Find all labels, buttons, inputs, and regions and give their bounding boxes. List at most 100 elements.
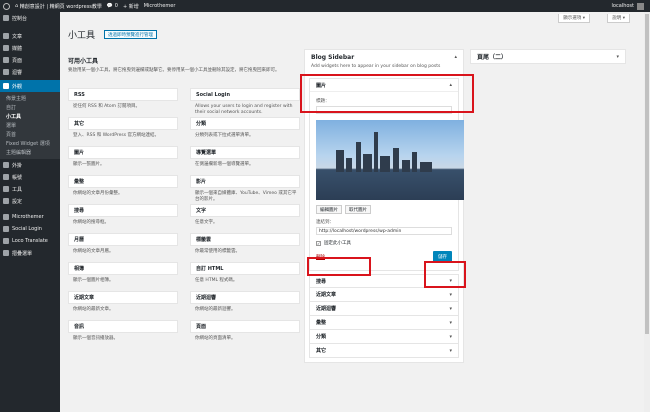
available-widget[interactable]: 相簿 顯示一個圖片相簿。 bbox=[68, 262, 178, 291]
sidebar-widget[interactable]: 近期文章 ▾ bbox=[309, 288, 459, 302]
microthemer-link[interactable]: Microthemer bbox=[144, 3, 176, 9]
menu-item[interactable]: 迴響 bbox=[0, 66, 60, 78]
widget-name[interactable]: 近期文章 bbox=[68, 291, 178, 304]
widget-name[interactable]: RSS bbox=[68, 88, 178, 101]
expand-arrow-icon[interactable]: ▾ bbox=[449, 320, 452, 326]
menu-item[interactable]: 工具 bbox=[0, 183, 60, 195]
comments-link[interactable]: 💬 0 bbox=[107, 3, 118, 9]
menu-item[interactable]: 媒體 bbox=[0, 42, 60, 54]
scrollbar[interactable] bbox=[644, 12, 650, 412]
checkbox-checked-icon[interactable]: ✓ bbox=[316, 240, 321, 246]
widget-description: 你網站的搜尋框。 bbox=[73, 220, 109, 225]
available-widget[interactable]: RSS 從任何 RSS 和 Atom 訂閱項目。 bbox=[68, 88, 178, 117]
widget-image-preview bbox=[316, 120, 464, 200]
menu-item[interactable]: 外掛 bbox=[0, 159, 60, 171]
submenu-item[interactable]: 小工具 bbox=[0, 112, 60, 121]
widget-name[interactable]: 相簿 bbox=[68, 262, 178, 275]
link-label: 連結到： bbox=[316, 220, 334, 225]
widget-name[interactable]: 文字 bbox=[190, 204, 300, 217]
menu-item[interactable]: 文章 bbox=[0, 30, 60, 42]
widget-description: 你網站的最新迴響。 bbox=[195, 307, 236, 312]
sidebar-widget[interactable]: 彙整 ▾ bbox=[309, 316, 459, 330]
menu-item[interactable]: 帳號 bbox=[0, 171, 60, 183]
available-widget[interactable]: 彙整 你網站的文章月份彙整。 bbox=[68, 175, 178, 204]
widget-name[interactable]: 頁面 bbox=[190, 320, 300, 333]
user-menu[interactable]: localhost bbox=[612, 0, 644, 12]
footer-sidebar-2[interactable]: 頁尾（二） ▾ bbox=[470, 49, 626, 64]
link-input[interactable]: http://localhost/wordpress/wp-admin bbox=[316, 227, 452, 235]
replace-image-button[interactable]: 取代圖片 bbox=[345, 205, 371, 214]
widget-name[interactable]: Social Login bbox=[190, 88, 300, 101]
widget-description: 從任何 RSS 和 Atom 訂閱項目。 bbox=[73, 104, 140, 109]
expand-arrow-icon[interactable]: ▾ bbox=[449, 306, 452, 312]
menu-item[interactable]: Loco Translate bbox=[0, 235, 60, 247]
widget-name[interactable]: 影片 bbox=[190, 175, 300, 188]
site-name-link[interactable]: ⌂ 精創意設計 | 精網頁 wordpress教學 bbox=[15, 3, 102, 10]
blog-sidebar-header[interactable]: Blog Sidebar ▴ bbox=[305, 50, 463, 64]
submenu-item[interactable]: 主題編輯器 bbox=[0, 148, 60, 157]
menu-item[interactable]: 控制台 bbox=[0, 12, 60, 24]
widget-name[interactable]: 分類 bbox=[190, 117, 300, 130]
widget-name[interactable]: 彙整 bbox=[68, 175, 178, 188]
widget-name[interactable]: 音訊 bbox=[68, 320, 178, 333]
menu-icon bbox=[3, 198, 9, 204]
widget-name[interactable]: 導覽選單 bbox=[190, 146, 300, 159]
sidebar-widget[interactable]: 分類 ▾ bbox=[309, 330, 459, 344]
highlight-image-widget bbox=[300, 74, 474, 113]
widget-name[interactable]: 標籤雲 bbox=[190, 233, 300, 246]
submenu-item[interactable]: Fixed Widget 選項 bbox=[0, 139, 60, 148]
scrollbar-thumb[interactable] bbox=[645, 14, 649, 334]
site-name: 精創意設計 | 精網頁 wordpress教學 bbox=[19, 3, 102, 10]
available-widgets-heading: 可用小工具 bbox=[68, 58, 99, 65]
help-button[interactable]: 說明 ▾ bbox=[607, 14, 630, 23]
submenu-item[interactable]: 頁首 bbox=[0, 130, 60, 139]
available-widget[interactable]: Social Login Allows your users to login a… bbox=[190, 88, 300, 117]
expand-arrow-icon[interactable]: ▾ bbox=[616, 54, 619, 60]
available-widget[interactable]: 導覽選單 在側邊欄新增一個導覽選單。 bbox=[190, 146, 300, 175]
available-widget[interactable]: 其它登入、RSS 和 WordPress 官方網站連結。 bbox=[68, 117, 178, 146]
widget-name[interactable]: 月曆 bbox=[68, 233, 178, 246]
widget-name[interactable]: 自訂 HTML bbox=[190, 262, 300, 275]
widget-description: 登入、RSS 和 WordPress 官方網站連結。 bbox=[73, 133, 160, 138]
menu-item[interactable]: 摺疊選單 bbox=[0, 247, 60, 259]
expand-arrow-icon[interactable]: ▾ bbox=[449, 334, 452, 340]
available-widget[interactable]: 近期迴響你網站的最新迴響。 bbox=[190, 291, 300, 320]
widget-name[interactable]: 近期迴響 bbox=[190, 291, 300, 304]
widget-name[interactable]: 搜尋 bbox=[68, 204, 178, 217]
menu-item[interactable]: Microthemer bbox=[0, 211, 60, 223]
available-widget[interactable]: 文字 任意文字。 bbox=[190, 204, 300, 233]
available-widget[interactable]: 搜尋你網站的搜尋框。 bbox=[68, 204, 178, 233]
menu-item[interactable]: 外觀 bbox=[0, 80, 60, 92]
available-widget[interactable]: 影片 顯示一個來自媒體庫、YouTube、Vimeo 或其它平台的影片。 bbox=[190, 175, 300, 204]
sidebar-widget[interactable]: 近期迴響 ▾ bbox=[309, 302, 459, 316]
submenu-item[interactable]: 自訂 bbox=[0, 103, 60, 112]
submenu-item[interactable]: 選單 bbox=[0, 121, 60, 130]
available-widget[interactable]: 標籤雲 你最常使用的標籤雲。 bbox=[190, 233, 300, 262]
expand-arrow-icon[interactable]: ▾ bbox=[449, 348, 452, 354]
widget-description: 你網站的頁面清單。 bbox=[195, 336, 236, 341]
fixed-widget-checkbox[interactable]: ✓ 固定此小工具 bbox=[316, 240, 452, 246]
menu-icon bbox=[3, 174, 9, 180]
edit-image-button[interactable]: 編輯圖片 bbox=[316, 205, 342, 214]
menu-item[interactable]: 設定 bbox=[0, 195, 60, 207]
manage-live-preview-button[interactable]: 透過即時預覽進行管理 bbox=[104, 30, 157, 39]
widget-name[interactable]: 其它 bbox=[68, 117, 178, 130]
screen-options-button[interactable]: 顯示選項 ▾ bbox=[558, 14, 590, 23]
submenu-item[interactable]: 佈景主題 bbox=[0, 94, 60, 103]
sidebar-widget[interactable]: 其它 ▾ bbox=[309, 344, 459, 358]
wordpress-logo-icon[interactable] bbox=[3, 2, 10, 10]
available-widget[interactable]: 分類 分類列表或下拉式選單清單。 bbox=[190, 117, 300, 146]
menu-item[interactable]: 頁面 bbox=[0, 54, 60, 66]
available-widget[interactable]: 圖片 顯示一張圖片。 bbox=[68, 146, 178, 175]
available-widget[interactable]: 近期文章 你網站的最新文章。 bbox=[68, 291, 178, 320]
available-widget[interactable]: 月曆 你網站的文章月曆。 bbox=[68, 233, 178, 262]
collapse-arrow-icon[interactable]: ▴ bbox=[454, 54, 457, 60]
available-widget[interactable]: 頁面你網站的頁面清單。 bbox=[190, 320, 300, 349]
widget-description: Allows your users to login and register … bbox=[195, 104, 293, 115]
widget-name[interactable]: 圖片 bbox=[68, 146, 178, 159]
available-widget[interactable]: 音訊 顯示一個音訊播放器。 bbox=[68, 320, 178, 349]
expand-arrow-icon[interactable]: ▾ bbox=[449, 292, 452, 298]
available-widget[interactable]: 自訂 HTML 任意 HTML 程式碼。 bbox=[190, 262, 300, 291]
menu-item[interactable]: Social Login bbox=[0, 223, 60, 235]
new-content-link[interactable]: + 新增 bbox=[123, 3, 139, 10]
